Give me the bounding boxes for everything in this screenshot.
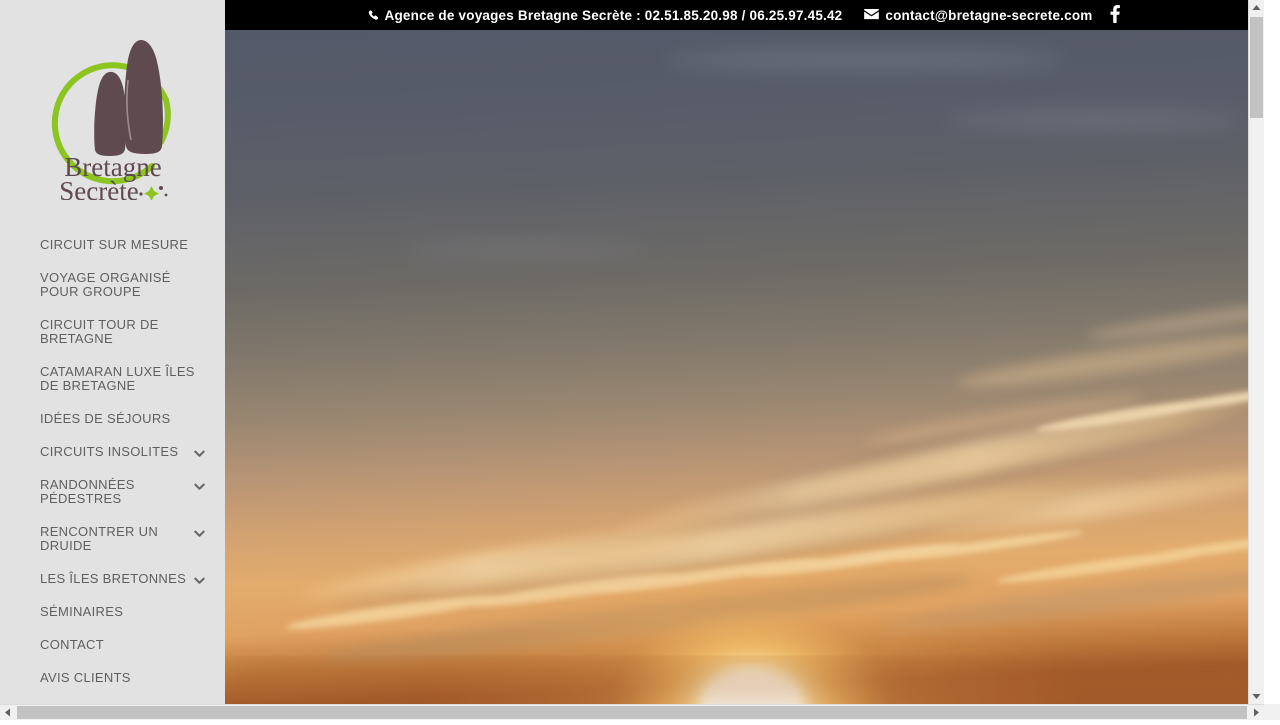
nav-label: CIRCUIT TOUR DE BRETAGNE [40,318,195,346]
phone-text[interactable]: Agence de voyages Bretagne Secrète : 02.… [385,8,843,23]
envelope-icon [864,8,879,23]
nav-item-seminaires[interactable]: SÉMINAIRES [0,605,225,638]
nav-label: CATAMARAN LUXE ÎLES DE BRETAGNE [40,365,195,393]
nav-item-contact[interactable]: CONTACT [0,638,225,671]
vertical-scrollbar-thumb[interactable] [1250,17,1263,118]
phone-icon [367,7,380,24]
nav-item-catamaran-luxe-iles-de-bretagne[interactable]: CATAMARAN LUXE ÎLES DE BRETAGNE [0,365,225,412]
nav-label: CONTACT [40,638,104,652]
sky-graphic [225,0,1264,704]
nav-item-idees-de-sejours[interactable]: IDÉES DE SÉJOURS [0,412,225,445]
nav-item-voyage-organise-pour-groupe[interactable]: VOYAGE ORGANISÉ POUR GROUPE [0,271,225,318]
scroll-down-arrow-icon[interactable] [1249,688,1264,704]
nav-label: CIRCUITS INSOLITES [40,445,178,459]
browser-viewport: Agence de voyages Bretagne Secrète : 02.… [0,0,1264,704]
nav-item-circuit-tour-de-bretagne[interactable]: CIRCUIT TOUR DE BRETAGNE [0,318,225,365]
nav-item-randonnees-pedestres[interactable]: RANDONNÉES PÉDESTRES [0,478,225,525]
sidebar: Bretagne Secrète CIRCUIT SUR MESURE VOYA… [0,0,225,704]
nav-item-rencontrer-un-druide[interactable]: RENCONTRER UN DRUIDE [0,525,225,572]
svg-text:Secrète: Secrète [59,176,138,200]
horizontal-scrollbar-thumb[interactable] [17,706,1247,719]
bretagne-secrete-logo-graphic: Bretagne Secrète [33,28,193,200]
chevron-down-icon[interactable] [193,574,206,587]
scrollbar-corner [1264,704,1280,720]
nav-item-circuit-sur-mesure[interactable]: CIRCUIT SUR MESURE [0,238,225,271]
site-logo[interactable]: Bretagne Secrète [0,28,225,203]
email-link[interactable]: contact@bretagne-secrete.com [885,8,1092,23]
nav-label: AVIS CLIENTS [40,671,131,685]
contact-topbar: Agence de voyages Bretagne Secrète : 02.… [225,0,1264,30]
nav-label: VOYAGE ORGANISÉ POUR GROUPE [40,271,195,299]
nav-label: LES ÎLES BRETONNES [40,572,186,586]
chevron-down-icon[interactable] [193,527,206,540]
horizontal-scrollbar[interactable] [0,704,1280,720]
vertical-scrollbar[interactable] [1248,0,1264,704]
sunset-sky-photo [225,0,1264,704]
nav-label: IDÉES DE SÉJOURS [40,412,171,426]
nav-item-avis-clients[interactable]: AVIS CLIENTS [0,671,225,704]
nav-label: RANDONNÉES PÉDESTRES [40,478,195,506]
scroll-right-arrow-icon[interactable] [1248,705,1264,720]
scroll-up-arrow-icon[interactable] [1249,0,1264,16]
scroll-left-arrow-icon[interactable] [0,705,16,720]
nav-item-les-iles-bretonnes[interactable]: LES ÎLES BRETONNES [0,572,225,605]
nav-label: RENCONTRER UN DRUIDE [40,525,195,553]
nav-label: CIRCUIT SUR MESURE [40,238,188,252]
chevron-down-icon[interactable] [193,447,206,460]
nav-label: SÉMINAIRES [40,605,123,619]
facebook-icon[interactable] [1108,5,1122,26]
chevron-down-icon[interactable] [193,480,206,493]
nav-item-circuits-insolites[interactable]: CIRCUITS INSOLITES [0,445,225,478]
